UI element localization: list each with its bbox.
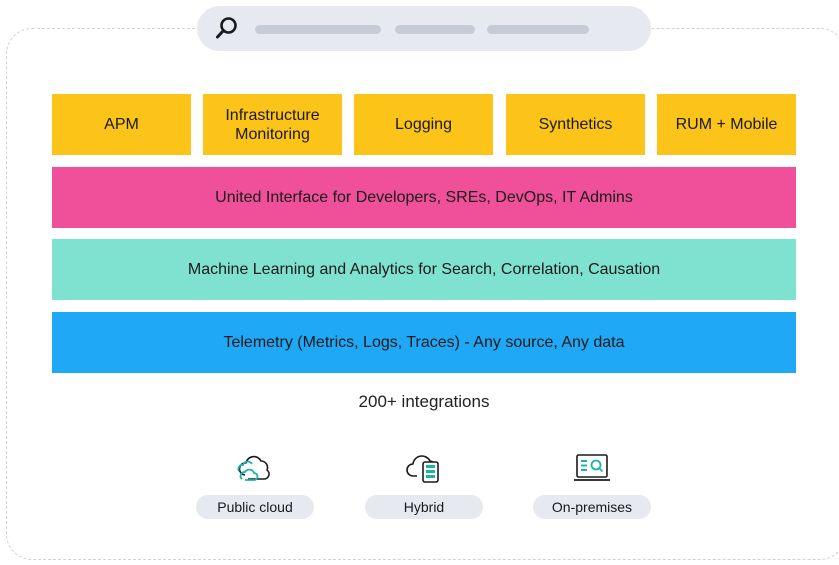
module-rum-mobile: RUM + Mobile bbox=[657, 94, 796, 155]
module-synthetics: Synthetics bbox=[506, 94, 645, 155]
layer-telemetry: Telemetry (Metrics, Logs, Traces) - Any … bbox=[52, 312, 796, 373]
module-logging: Logging bbox=[354, 94, 493, 155]
layer-machine-learning: Machine Learning and Analytics for Searc… bbox=[52, 239, 796, 300]
on-premises-label: On-premises bbox=[533, 495, 651, 519]
module-infrastructure-monitoring: Infrastructure Monitoring bbox=[203, 94, 342, 155]
on-premises-icon bbox=[574, 454, 610, 481]
search-placeholder-bar bbox=[255, 25, 381, 34]
search-bar[interactable] bbox=[197, 6, 651, 51]
public-cloud-label: Public cloud bbox=[196, 495, 314, 519]
search-icon bbox=[216, 17, 237, 39]
search-placeholder-bar bbox=[395, 25, 475, 34]
public-cloud-icon bbox=[237, 455, 270, 481]
search-placeholder-bar bbox=[487, 25, 589, 34]
module-apm: APM bbox=[52, 94, 191, 155]
integrations-label: 200+ integrations bbox=[358, 392, 490, 411]
layer-united-interface: United Interface for Developers, SREs, D… bbox=[52, 167, 796, 228]
hybrid-label: Hybrid bbox=[365, 495, 483, 519]
hybrid-cloud-icon bbox=[406, 455, 439, 483]
